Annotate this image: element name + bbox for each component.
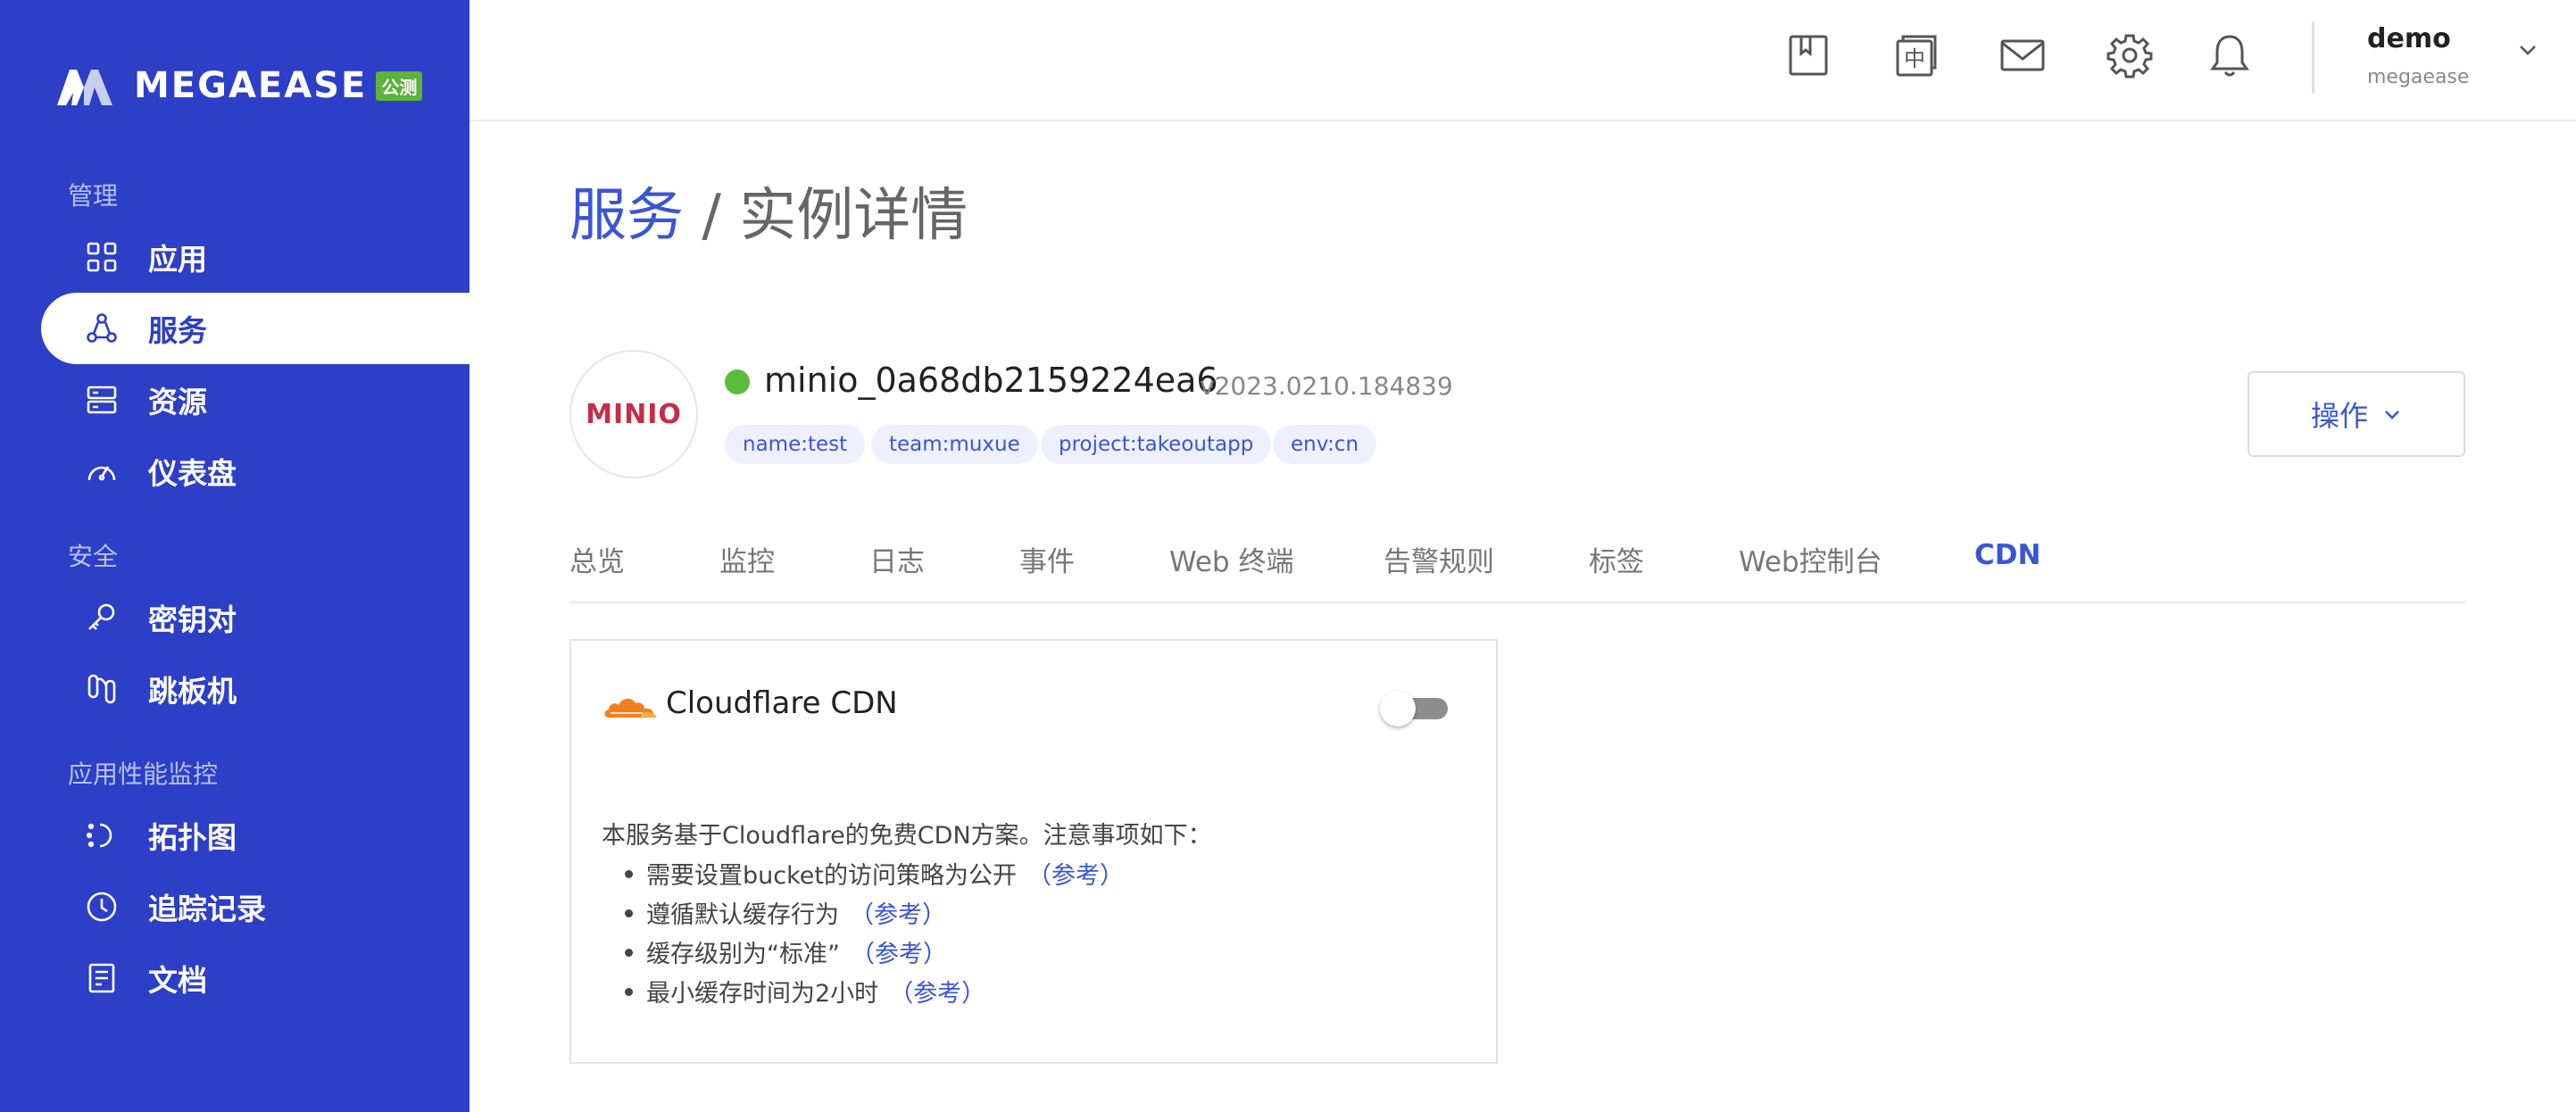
server-icon: [86, 384, 118, 416]
sidebar-item-label: 服务: [148, 313, 207, 348]
minio-logo-icon: MINIO: [586, 399, 682, 430]
service-nodes-icon: [86, 312, 118, 344]
note-text: 需要设置bucket的访问策略为公开: [646, 861, 1017, 890]
sidebar-item-jump-hosts[interactable]: 跳板机: [41, 653, 469, 725]
brand-name: MEGAEASE: [134, 65, 368, 106]
bell-icon[interactable]: [2206, 32, 2253, 79]
sidebar-item-docs[interactable]: 文档: [41, 942, 469, 1014]
clock-icon: [86, 891, 118, 923]
sidebar-item-resources[interactable]: 资源: [41, 364, 469, 436]
sidebar: MEGAEASE 公测 管理 应用 服务 资源 仪表盘 安全 密钥对 跳板机 应…: [0, 0, 469, 1112]
operations-label: 操作: [2310, 399, 2368, 433]
note-text: 遵循默认缓存行为: [646, 900, 839, 929]
sidebar-item-label: 文档: [148, 963, 207, 998]
sidebar-item-label: 密钥对: [148, 602, 237, 637]
sidebar-item-dashboard[interactable]: 仪表盘: [41, 436, 469, 507]
gauge-icon: [86, 455, 118, 487]
breadcrumb: 服务 / 实例详情: [569, 170, 968, 252]
reference-link[interactable]: （参考）: [889, 974, 985, 1008]
sidebar-item-traces[interactable]: 追踪记录: [41, 871, 469, 942]
instance-avatar: MINIO: [569, 350, 698, 478]
mail-icon[interactable]: [1999, 32, 2046, 79]
sidebar-item-label: 仪表盘: [148, 456, 237, 491]
toggle-knob: [1380, 691, 1416, 726]
document-icon: [86, 962, 118, 994]
tab-events[interactable]: 事件: [1019, 539, 1075, 579]
list-item: 缓存级别为“标准” （参考）: [602, 932, 1124, 971]
nav-group-title: 管理: [68, 181, 119, 211]
user-org: megaease: [2367, 66, 2470, 88]
language-glyph: 中: [1904, 46, 1925, 71]
sidebar-item-apps[interactable]: 应用: [41, 221, 469, 293]
nav-group-title: 安全: [68, 542, 119, 571]
breadcrumb-separator: /: [684, 183, 740, 249]
tab-cdn[interactable]: CDN: [1974, 539, 2040, 571]
brand-logo[interactable]: MEGAEASE 公测: [57, 65, 423, 106]
tab-monitoring[interactable]: 监控: [719, 539, 775, 579]
list-item: 遵循默认缓存行为 （参考）: [602, 892, 1124, 932]
operations-dropdown-button[interactable]: 操作: [2248, 371, 2465, 457]
reference-link[interactable]: （参考）: [850, 895, 946, 930]
tab-web-terminal[interactable]: Web 终端: [1169, 539, 1293, 579]
chevron-down-icon[interactable]: [2517, 39, 2539, 61]
cdn-title: Cloudflare CDN: [666, 685, 898, 721]
gear-icon[interactable]: [2107, 32, 2153, 79]
tag-chip[interactable]: team:muxue: [871, 425, 1038, 464]
sidebar-item-label: 资源: [148, 385, 207, 419]
cdn-card: Cloudflare CDN 本服务基于Cloudflare的免费CDN方案。注…: [569, 639, 1498, 1064]
page-title: 实例详情: [739, 183, 968, 249]
tag-chip[interactable]: name:test: [725, 425, 866, 464]
topology-icon: [86, 819, 118, 851]
tab-bar: 总览 监控 日志 事件 Web 终端 告警规则 标签 Web控制台 CDN: [569, 525, 2465, 603]
list-item: 需要设置bucket的访问策略为公开 （参考）: [602, 853, 1124, 892]
breadcrumb-link-services[interactable]: 服务: [569, 183, 684, 249]
chevron-down-icon: [2385, 411, 2399, 419]
tab-overview[interactable]: 总览: [569, 539, 625, 579]
sidebar-item-label: 应用: [148, 242, 207, 277]
sidebar-item-topology[interactable]: 拓扑图: [41, 800, 469, 871]
tab-logs[interactable]: 日志: [869, 539, 925, 579]
tab-alert-rules[interactable]: 告警规则: [1384, 539, 1494, 579]
cloudflare-logo-icon: [604, 698, 657, 718]
apps-grid-icon: [86, 241, 118, 273]
key-icon: [86, 602, 118, 634]
sidebar-item-services[interactable]: 服务: [41, 293, 469, 364]
tag-chip[interactable]: env:cn: [1273, 425, 1377, 464]
note-text: 缓存级别为“标准”: [646, 940, 840, 968]
minio-logo-text: MINIO: [586, 399, 682, 430]
tag-chip[interactable]: project:takeoutapp: [1041, 425, 1272, 464]
tab-labels[interactable]: 标签: [1589, 539, 1644, 579]
user-name[interactable]: demo: [2367, 23, 2451, 54]
header-divider: [2312, 21, 2314, 93]
jump-host-icon: [86, 673, 118, 705]
sidebar-item-label: 拓扑图: [148, 820, 237, 855]
list-item: 最小缓存时间为2小时 （参考）: [602, 971, 1124, 1010]
top-bar: [469, 0, 2576, 121]
status-indicator: [725, 369, 750, 394]
instance-name: minio_0a68db2159224ea6: [764, 361, 1218, 400]
megaease-logo-icon: [57, 70, 112, 105]
bookmark-icon[interactable]: [1785, 32, 1832, 79]
tab-web-console[interactable]: Web控制台: [1739, 539, 1882, 579]
reference-link[interactable]: （参考）: [1027, 856, 1124, 891]
beta-badge: 公测: [376, 71, 423, 101]
cdn-enable-toggle[interactable]: [1380, 691, 1448, 726]
sidebar-item-label: 跳板机: [148, 674, 237, 709]
sidebar-item-label: 追踪记录: [148, 892, 266, 926]
sidebar-item-keypairs[interactable]: 密钥对: [41, 582, 469, 653]
nav-group-title: 应用性能监控: [68, 759, 219, 789]
note-text: 最小缓存时间为2小时: [646, 979, 879, 1008]
language-zh-icon[interactable]: 中: [1892, 32, 1939, 79]
cdn-intro: 本服务基于Cloudflare的免费CDN方案。注意事项如下：: [602, 822, 1212, 850]
reference-link[interactable]: （参考）: [851, 934, 947, 969]
instance-version: v2023.0210.184839: [1200, 371, 1453, 401]
cdn-notes-list: 需要设置bucket的访问策略为公开 （参考） 遵循默认缓存行为 （参考） 缓存级别…: [602, 853, 1124, 1010]
